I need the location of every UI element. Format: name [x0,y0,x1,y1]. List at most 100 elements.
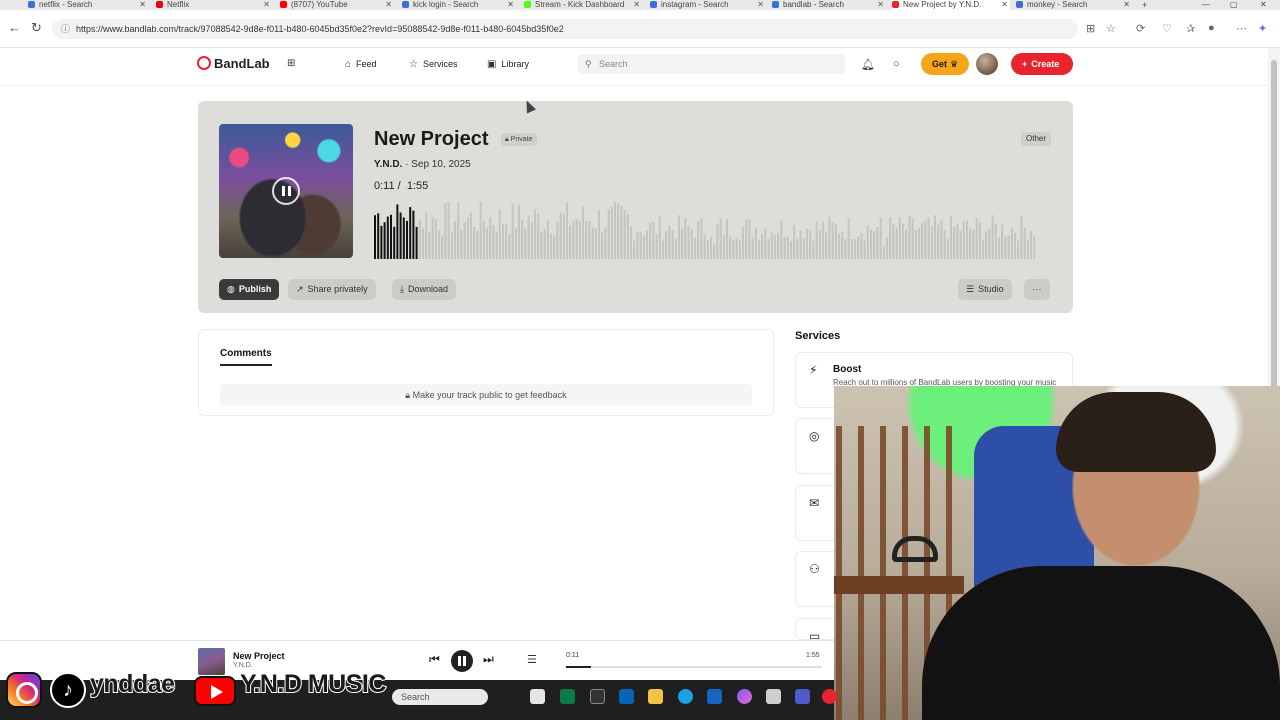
tab-kick-dashboard[interactable]: Stream - Kick Dashboard ✕ [524,0,642,10]
tab-bandlab-project[interactable]: New Project by Y.N.D. ✕ [892,0,1010,10]
get-membership-button[interactable]: Get ♛ [921,53,969,75]
waveform-bar [681,229,684,259]
back-icon[interactable]: ← [8,20,21,35]
notepad-icon[interactable] [766,689,781,704]
store-icon[interactable] [707,689,722,704]
search-input[interactable]: ⚲ Search [578,54,845,74]
waveform-bar [732,240,735,259]
publish-button[interactable]: ◍ Publish [219,279,280,300]
previous-track-icon[interactable]: ⏮︎ [429,652,440,667]
waveform-bar [764,228,767,259]
close-icon[interactable]: ✕ [385,0,392,9]
close-icon[interactable]: ✕ [757,0,764,9]
share-privately-button[interactable]: ↗ Share privately [288,279,376,300]
next-track-icon[interactable]: ⏭︎ [483,652,494,667]
bandlab-app-icon[interactable] [822,689,837,704]
pause-button[interactable] [451,650,473,672]
tab-instagram-search[interactable]: instagram - Search ✕ [650,0,766,10]
close-icon[interactable]: ✕ [139,0,146,9]
site-info-icon[interactable]: ⓘ [61,19,70,39]
refresh-icon[interactable]: ↻ [31,20,42,36]
teams-icon[interactable] [795,689,810,704]
pause-icon[interactable] [272,177,300,205]
waveform-bar [879,217,882,259]
nav-library[interactable]: ▣ Library [487,59,529,70]
tab-youtube[interactable]: (8707) YouTube ✕ [280,0,394,10]
close-icon[interactable]: ✕ [1123,0,1130,9]
waveform[interactable] [374,197,1038,259]
close-icon[interactable]: ✕ [1001,0,1008,9]
copilot-app-icon[interactable] [737,689,752,704]
waveform-bar [857,236,860,259]
nav-feed[interactable]: ⌂ Feed [345,59,377,70]
waveform-bar [514,228,517,259]
queue-icon[interactable]: ☰ [527,653,537,666]
tab-monkey-search[interactable]: monkey - Search ✕ [1016,0,1132,10]
profile-icon[interactable]: ● [1208,22,1215,34]
tab-comments[interactable]: Comments [220,348,272,366]
tab-netflix-search[interactable]: netflix - Search ✕ [28,0,148,10]
waveform-bar [716,223,719,259]
studio-button[interactable]: ☰ Studio [958,279,1012,300]
close-icon[interactable]: ✕ [633,0,640,9]
address-bar[interactable]: ⓘ https://www.bandlab.com/track/97088542… [52,19,1078,39]
tab-netflix[interactable]: Netflix ✕ [156,0,272,10]
download-button[interactable]: ⤓ Download [392,279,457,300]
notification-bell-icon[interactable]: 🔔︎ [861,58,875,71]
waveform-bar [591,227,594,259]
outlook-icon[interactable] [619,689,634,704]
tab-kick-login[interactable]: kick login - Search ✕ [402,0,516,10]
more-options-button[interactable]: ··· [1024,279,1050,300]
waveform-bar [710,237,712,259]
favorites-icon[interactable]: ✰ [1186,22,1195,35]
player-progress-bar[interactable] [566,666,822,668]
create-button[interactable]: + Create [1011,53,1073,75]
artist-link[interactable]: Y.N.D. [374,159,402,170]
waveform-bar [809,230,812,259]
task-view-icon[interactable] [530,689,545,704]
menu-icon[interactable]: ⋯ [1236,22,1247,35]
messages-icon[interactable]: ○ [893,58,900,70]
xbox-app-icon[interactable] [560,689,575,704]
epic-games-icon[interactable] [590,689,605,704]
minimize-icon[interactable]: — [1202,0,1210,9]
track-cover-art[interactable] [219,124,353,258]
waveform-bar [447,202,450,259]
waveform-bar-played [406,221,408,259]
waveform-bar [924,220,927,259]
nav-label: Feed [356,59,377,69]
grid-menu-icon[interactable]: ⊞ [287,58,295,69]
close-window-icon[interactable]: ✕ [1260,0,1267,9]
close-icon[interactable]: ✕ [877,0,884,9]
waveform-bar [882,245,885,259]
tab-label: instagram - Search [661,0,729,9]
edge-icon[interactable] [678,689,693,704]
favorite-icon[interactable]: ☆ [1106,22,1116,35]
extensions-icon[interactable]: ⟳ [1136,22,1145,35]
nav-services[interactable]: ☆ Services [409,59,457,70]
player-track-artist[interactable]: Y.N.D. [233,662,253,669]
download-icon: ⤓ [400,284,404,294]
waveform-bar [431,216,434,259]
browser-essentials-icon[interactable]: ♡ [1162,22,1172,35]
waveform-bar [422,228,424,259]
user-avatar[interactable] [976,53,998,75]
player-track-title[interactable]: New Project [233,651,285,661]
window-controls: — ▢ ✕ [1190,0,1280,10]
new-tab-icon[interactable]: + [1142,0,1147,10]
file-explorer-icon[interactable] [648,689,663,704]
waveform-bar [482,221,485,259]
waveform-bar [847,218,850,259]
get-label: Get [932,59,948,69]
waveform-bar [870,229,872,259]
copilot-icon[interactable]: ✦ [1258,22,1267,35]
waveform-bar [873,231,876,259]
tab-bandlab-search[interactable]: bandlab - Search ✕ [772,0,886,10]
bandlab-logo[interactable]: BandLab [197,56,270,71]
close-icon[interactable]: ✕ [263,0,270,9]
waveform-bar [674,238,677,259]
maximize-icon[interactable]: ▢ [1230,0,1238,9]
apps-icon[interactable]: ⊞ [1086,22,1095,35]
close-icon[interactable]: ✕ [507,0,514,9]
search-icon: ⚲ [585,59,592,69]
